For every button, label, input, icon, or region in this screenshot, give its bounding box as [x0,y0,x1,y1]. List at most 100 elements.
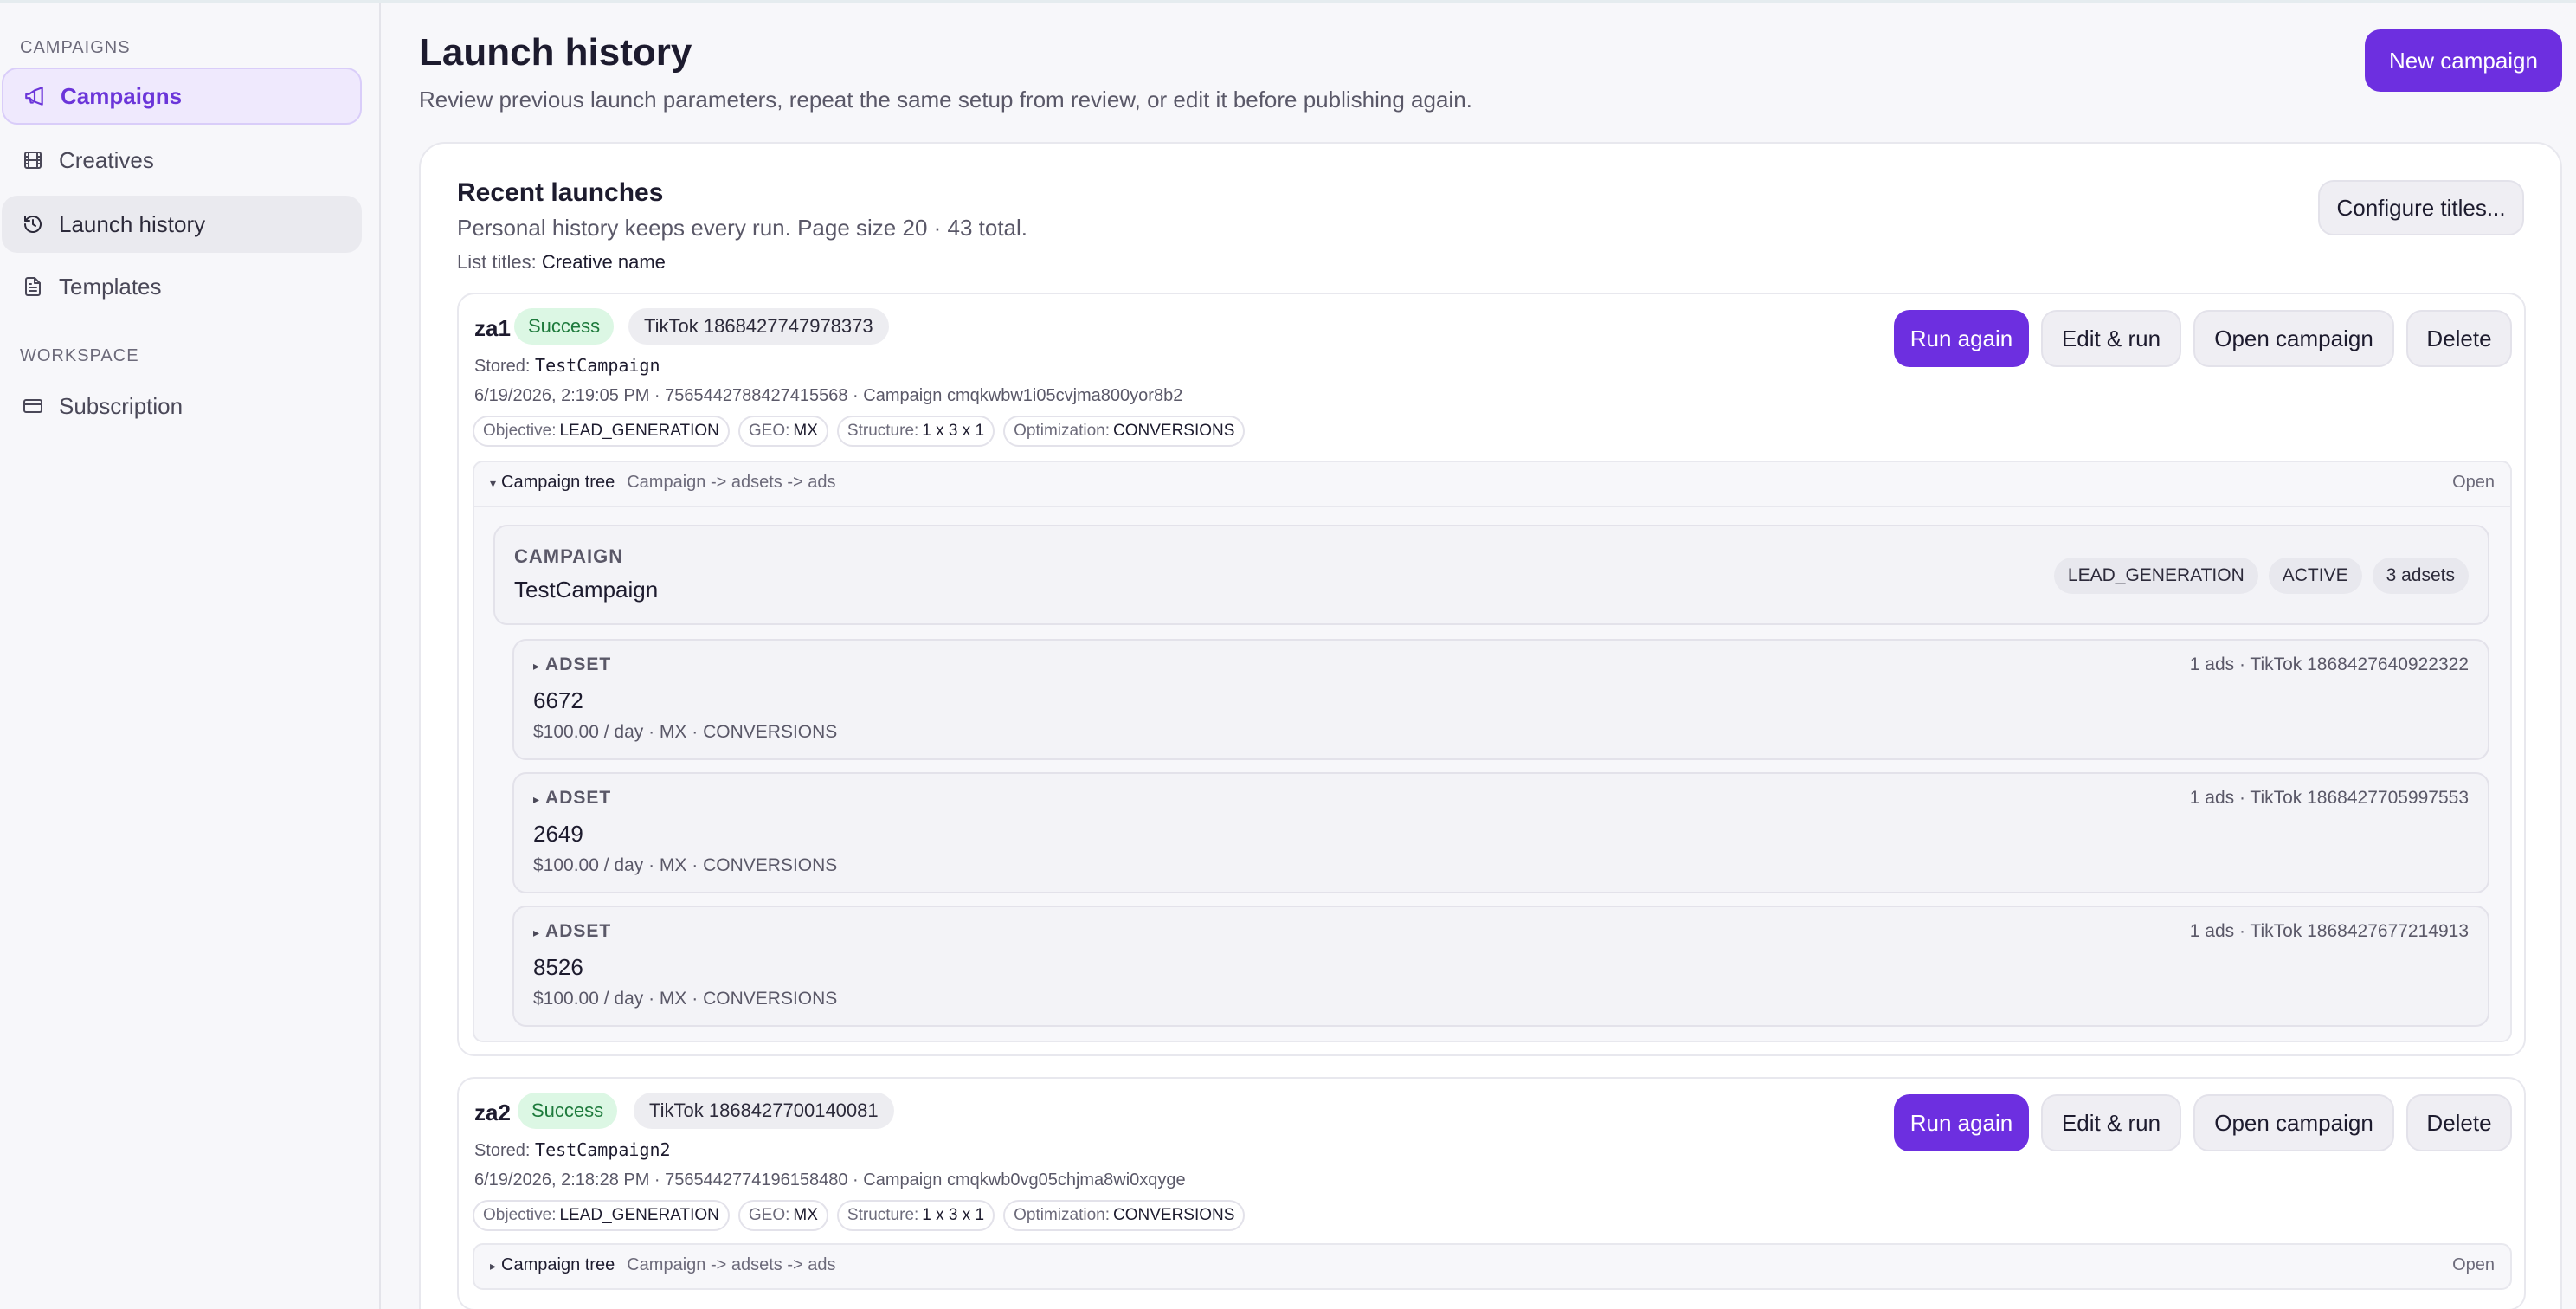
caret-down-icon: ▾ [490,476,497,490]
stored-value: TestCampaign [535,355,660,376]
node-kind: CAMPAIGN [514,545,624,567]
objective-chip: Objective: LEAD_GENERATION [473,1200,730,1231]
list-titles-value: Creative name [541,251,666,273]
node-kind: ADSET [545,921,612,941]
history-icon [21,212,45,236]
page-title: Launch history [419,31,692,74]
document-icon [21,274,45,299]
chip-label: Objective: [483,422,557,440]
page-subtitle: Review previous launch parameters, repea… [419,87,1472,113]
chip-value: 1 x 3 x 1 [922,422,985,440]
sidebar-item-label: Launch history [59,210,206,237]
chip-value: 1 x 3 x 1 [922,1206,985,1224]
caret-right-icon: ▸ [490,1259,497,1273]
optimization-chip: Optimization: CONVERSIONS [1003,416,1246,447]
sidebar-section-workspace: WORKSPACE [20,346,139,365]
tree-open-link[interactable]: Open [2452,1255,2495,1275]
tree-label: Campaign tree [501,473,615,492]
sidebar-item-launch-history[interactable]: Launch history [2,196,362,253]
launch-card-za2: za2 Success TikTok 1868427700140081 Stor… [457,1077,2526,1309]
chip-label: Structure: [847,422,919,440]
structure-chip: Structure: 1 x 3 x 1 [836,1200,995,1231]
recent-launches-title: Recent launches [457,178,664,207]
status-badge: Success [518,1093,618,1129]
status-badge: Success [514,308,615,345]
chip-value: LEAD_GENERATION [559,1206,719,1224]
optimization-chip: Optimization: CONVERSIONS [1003,1200,1246,1231]
geo-chip: GEO: MX [737,1200,828,1231]
launch-params: Objective: LEAD_GENERATION GEO: MX Structu… [473,416,1246,447]
edit-and-run-button[interactable]: Edit & run [2041,310,2181,367]
node-kind: ADSET [545,788,612,808]
edit-and-run-button[interactable]: Edit & run [2041,1094,2181,1151]
chip-value: MX [793,1206,818,1224]
launch-params: Objective: LEAD_GENERATION GEO: MX Structu… [473,1200,1246,1231]
objective-chip: Objective: LEAD_GENERATION [473,416,730,447]
megaphone-icon [23,84,47,108]
delete-button[interactable]: Delete [2406,310,2512,367]
adset-ads-info: 1 ads · TikTok 1868427640922322 [2189,654,2469,674]
sidebar: CAMPAIGNS Campaigns Creatives Launch his… [0,3,381,1309]
credit-card-icon [21,394,45,418]
stored-label: Stored: [474,1141,531,1160]
launch-meta: 6/19/2026, 2:19:05 PM · 7565442788427415… [474,386,1183,405]
node-kind: ADSET [545,654,612,674]
adset-details: $100.00 / day · MX · CONVERSIONS [533,989,838,1009]
chip-value: MX [793,422,818,440]
chip-label: Optimization: [1014,422,1110,440]
list-titles: List titles: Creative name [457,251,666,274]
run-again-button[interactable]: Run again [1894,1094,2029,1151]
adset-node[interactable]: ▸ ADSET 2649 $100.00 / day · MX · CONVERS… [512,772,2489,893]
tree-path: Campaign -> adsets -> ads [627,1255,836,1274]
launch-card-za1: za1 Success TikTok 1868427747978373 Stor… [457,293,2526,1056]
run-again-button[interactable]: Run again [1894,310,2029,367]
delete-button[interactable]: Delete [2406,1094,2512,1151]
adset-node[interactable]: ▸ ADSET 8526 $100.00 / day · MX · CONVERS… [512,906,2489,1027]
sidebar-item-templates[interactable]: Templates [2,258,362,315]
adset-details: $100.00 / day · MX · CONVERSIONS [533,855,838,875]
adset-ads-info: 1 ads · TikTok 1868427677214913 [2189,921,2469,941]
campaign-tree: ▾ Campaign tree Campaign -> adsets -> ads… [473,461,2512,1042]
sidebar-section-campaigns: CAMPAIGNS [20,38,131,57]
chip-label: Structure: [847,1206,919,1224]
open-campaign-button[interactable]: Open campaign [2193,1094,2394,1151]
chip-value: LEAD_GENERATION [559,422,719,440]
top-border [0,0,2576,3]
chip-label: GEO: [748,1206,790,1224]
stored-line: Stored: TestCampaign [474,355,660,377]
platform-badge: TikTok 1868427747978373 [628,308,889,345]
launch-name: za1 [474,315,511,341]
campaign-tree: ▸ Campaign tree Campaign -> adsets -> ads… [473,1243,2512,1290]
new-campaign-button[interactable]: New campaign [2365,29,2562,92]
sidebar-item-label: Creatives [59,146,154,173]
open-campaign-button[interactable]: Open campaign [2193,310,2394,367]
campaign-pills: LEAD_GENERATION ACTIVE 3 adsets [2053,558,2469,594]
adset-node[interactable]: ▸ ADSET 6672 $100.00 / day · MX · CONVERS… [512,639,2489,760]
launch-name: za2 [474,1099,511,1125]
sidebar-item-subscription[interactable]: Subscription [2,377,362,435]
structure-chip: Structure: 1 x 3 x 1 [836,416,995,447]
sidebar-item-creatives[interactable]: Creatives [2,132,362,189]
chip-label: Objective: [483,1206,557,1224]
sidebar-item-campaigns[interactable]: Campaigns [2,68,362,125]
launch-meta: 6/19/2026, 2:18:28 PM · 7565442774196158… [474,1170,1186,1190]
platform-badge: TikTok 1868427700140081 [634,1093,894,1129]
film-icon [21,148,45,172]
caret-right-icon: ▸ [533,659,541,673]
adset-ads-info: 1 ads · TikTok 1868427705997553 [2189,788,2469,808]
campaign-name: TestCampaign [514,577,659,603]
sidebar-item-label: Campaigns [61,82,183,109]
configure-titles-button[interactable]: Configure titles... [2318,180,2524,235]
adset-details: $100.00 / day · MX · CONVERSIONS [533,722,838,742]
caret-right-icon: ▸ [533,792,541,806]
stored-label: Stored: [474,357,531,376]
chip-value: CONVERSIONS [1113,1206,1235,1224]
campaign-node: CAMPAIGN TestCampaign LEAD_GENERATION AC… [493,525,2489,625]
divider [474,506,2510,507]
chip-label: Optimization: [1014,1206,1110,1224]
campaign-tree-toggle[interactable]: ▸ Campaign tree Campaign -> adsets -> ads [490,1255,835,1275]
recent-launches-subtitle: Personal history keeps every run. Page s… [457,215,1028,241]
tree-open-link[interactable]: Open [2452,473,2495,493]
chip-value: CONVERSIONS [1113,422,1235,440]
campaign-tree-toggle[interactable]: ▾ Campaign tree Campaign -> adsets -> ads [490,473,835,493]
